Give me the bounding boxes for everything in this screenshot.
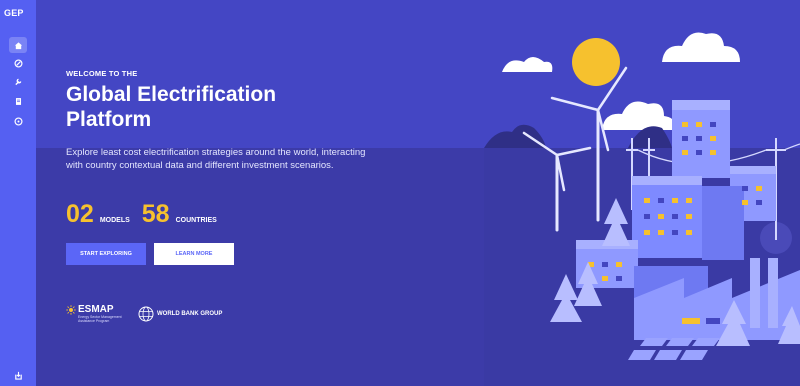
sidebar-item-info[interactable]: [0, 112, 36, 130]
models-label: MODELS: [99, 217, 130, 224]
compass-icon: [13, 58, 23, 68]
app-brand[interactable]: GEP: [4, 8, 24, 18]
login-icon: [14, 371, 22, 380]
sidebar-item-home[interactable]: [9, 37, 27, 53]
world-bank-name: WORLD BANK GROUP: [157, 310, 223, 317]
hero-section: WELCOME TO THE Global Electrification Pl…: [36, 0, 800, 386]
countries-label: COUNTRIES: [175, 217, 217, 224]
sidebar-item-tools[interactable]: [0, 72, 36, 90]
stats-row: 02 MODELS 58 COUNTRIES: [66, 202, 223, 227]
countries-count: 58: [141, 200, 170, 228]
info-icon: [13, 116, 23, 126]
page-title: Global Electrification Platform: [66, 83, 277, 131]
partner-logos: ESMAP Energy Sector Management Assistanc…: [66, 304, 222, 323]
globe-icon: [138, 306, 154, 321]
document-icon: [15, 97, 21, 105]
start-exploring-button[interactable]: START EXPLORING: [66, 243, 146, 265]
sun-burst-icon: [66, 304, 76, 315]
sun-shape: [572, 38, 620, 86]
esmap-tagline: Energy Sector Management Assistance Prog…: [78, 315, 122, 323]
sidebar: GEP: [0, 0, 36, 386]
city-illustration: [484, 32, 800, 386]
learn-more-button[interactable]: LEARN MORE: [154, 243, 234, 265]
world-bank-logo[interactable]: WORLD BANK GROUP: [138, 306, 222, 322]
esmap-logo[interactable]: ESMAP Energy Sector Management Assistanc…: [66, 304, 128, 323]
esmap-name: ESMAP: [78, 304, 114, 315]
sidebar-item-compass[interactable]: [0, 54, 36, 72]
wrench-icon: [14, 78, 21, 85]
sidebar-login[interactable]: [0, 366, 36, 384]
sidebar-item-documents[interactable]: [0, 92, 36, 110]
hero-description: Explore least cost electrification strat…: [66, 147, 366, 171]
hero-eyebrow: WELCOME TO THE: [66, 69, 138, 78]
home-icon: [14, 41, 22, 49]
models-count: 02: [66, 200, 94, 228]
